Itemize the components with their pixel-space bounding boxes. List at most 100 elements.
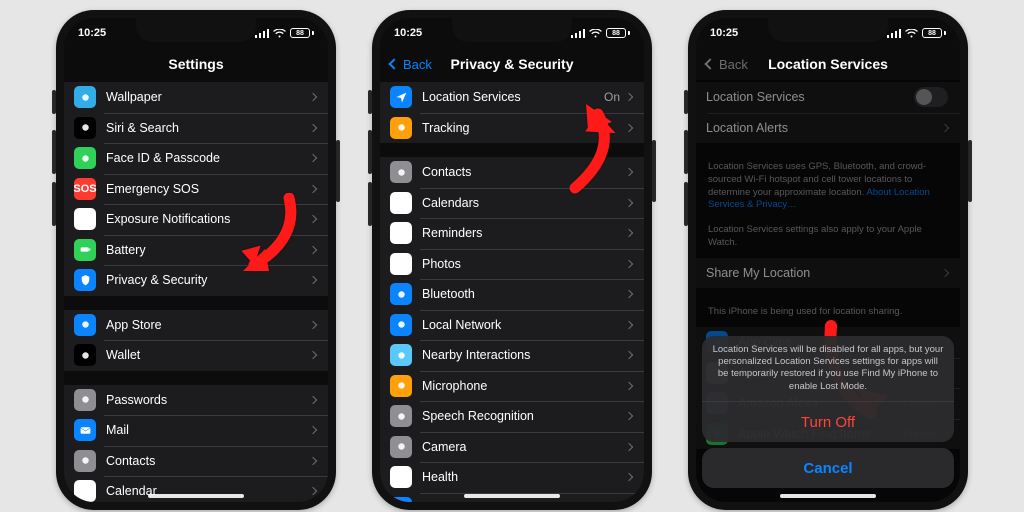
- status-time: 10:25: [394, 27, 422, 39]
- row-battery[interactable]: Battery: [64, 235, 328, 266]
- row-label: Face ID & Passcode: [106, 151, 310, 165]
- row-appstore[interactable]: App Store: [64, 310, 328, 341]
- nav-bar: Back Location Services: [696, 48, 960, 80]
- row-label: Contacts: [422, 165, 626, 179]
- calendars-icon: [390, 192, 412, 214]
- row-passwords[interactable]: Passwords: [64, 385, 328, 416]
- chevron-right-icon: [625, 229, 633, 237]
- row-label: Speech Recognition: [422, 409, 626, 423]
- row-wallet[interactable]: Wallet: [64, 340, 328, 371]
- row-mic[interactable]: Microphone: [380, 371, 644, 402]
- chevron-right-icon: [309, 487, 317, 495]
- row-tracking[interactable]: Tracking: [380, 113, 644, 144]
- nav-bar: Settings: [64, 48, 328, 80]
- research-icon: [390, 497, 412, 502]
- chevron-right-icon: [625, 351, 633, 359]
- row-wallpaper[interactable]: Wallpaper: [64, 82, 328, 113]
- photos-icon: [390, 253, 412, 275]
- mic-icon: [390, 375, 412, 397]
- back-button[interactable]: Back: [706, 57, 748, 72]
- row-photos[interactable]: Photos: [380, 249, 644, 280]
- chevron-right-icon: [625, 382, 633, 390]
- phone-location: 10:25 88 Back Location Services Location…: [688, 10, 968, 510]
- sos-icon: SOS: [74, 178, 96, 200]
- privacy-list[interactable]: Location ServicesOn Tracking Contacts Calen…: [380, 80, 644, 502]
- chevron-right-icon: [309, 426, 317, 434]
- back-button[interactable]: Back: [390, 57, 432, 72]
- row-label: Microphone: [422, 379, 626, 393]
- chevron-right-icon: [309, 124, 317, 132]
- chevron-right-icon: [625, 473, 633, 481]
- settings-list[interactable]: WallpaperSiri & Search Face ID & Passcode…: [64, 80, 328, 502]
- row-label: Wallet: [106, 348, 310, 362]
- row-localnet[interactable]: Local Network: [380, 310, 644, 341]
- health-icon: [390, 466, 412, 488]
- turn-off-button[interactable]: Turn Off: [702, 402, 954, 442]
- localnet-icon: [390, 314, 412, 336]
- row-label: Mail: [106, 423, 310, 437]
- row-siri[interactable]: Siri & Search: [64, 113, 328, 144]
- bluetooth-icon: [390, 283, 412, 305]
- row-faceid[interactable]: Face ID & Passcode: [64, 143, 328, 174]
- calendar-icon: [74, 480, 96, 502]
- battery-icon: 88: [922, 28, 946, 38]
- nav-bar: Back Privacy & Security: [380, 48, 644, 80]
- row-label: App Store: [106, 318, 310, 332]
- chevron-right-icon: [309, 457, 317, 465]
- home-indicator[interactable]: [148, 494, 244, 498]
- row-sos[interactable]: SOS Emergency SOS: [64, 174, 328, 205]
- row-label: Camera: [422, 440, 626, 454]
- row-label: Location Services: [422, 90, 604, 104]
- chevron-right-icon: [309, 276, 317, 284]
- row-label: Battery: [106, 243, 310, 257]
- speech-icon: [390, 405, 412, 427]
- row-label: Tracking: [422, 121, 626, 135]
- chevron-right-icon: [309, 154, 317, 162]
- row-label: Contacts: [106, 454, 310, 468]
- wallpaper-icon: [74, 86, 96, 108]
- faceid-icon: [74, 147, 96, 169]
- row-reminders[interactable]: Reminders: [380, 218, 644, 249]
- row-label: Local Network: [422, 318, 626, 332]
- row-location[interactable]: Location ServicesOn: [380, 82, 644, 113]
- home-indicator[interactable]: [780, 494, 876, 498]
- passwords-icon: [74, 389, 96, 411]
- row-nearby[interactable]: Nearby Interactions: [380, 340, 644, 371]
- row-camera[interactable]: Camera: [380, 432, 644, 463]
- row-label: Privacy & Security: [106, 273, 310, 287]
- signal-icon: [255, 29, 269, 38]
- row-bluetooth[interactable]: Bluetooth: [380, 279, 644, 310]
- chevron-right-icon: [625, 124, 633, 132]
- wallet-icon: [74, 344, 96, 366]
- row-contacts[interactable]: Contacts: [380, 157, 644, 188]
- row-contacts[interactable]: Contacts: [64, 446, 328, 477]
- chevron-right-icon: [625, 412, 633, 420]
- tracking-icon: [390, 117, 412, 139]
- row-mail[interactable]: Mail: [64, 415, 328, 446]
- phone-privacy: 10:25 88 Back Privacy & Security Locatio…: [372, 10, 652, 510]
- row-exposure[interactable]: Exposure Notifications: [64, 204, 328, 235]
- chevron-right-icon: [309, 93, 317, 101]
- action-sheet-message: Location Services will be disabled for a…: [702, 336, 954, 402]
- row-calendars[interactable]: Calendars: [380, 188, 644, 219]
- row-privacy[interactable]: Privacy & Security: [64, 265, 328, 296]
- battery-icon: 88: [290, 28, 314, 38]
- cancel-button[interactable]: Cancel: [702, 448, 954, 488]
- exposure-icon: [74, 208, 96, 230]
- row-label: Emergency SOS: [106, 182, 310, 196]
- row-label: Research Sensor & Usage Data: [422, 501, 626, 502]
- chevron-right-icon: [309, 351, 317, 359]
- row-calendar[interactable]: Calendar: [64, 476, 328, 502]
- chevron-right-icon: [625, 321, 633, 329]
- row-label: Calendars: [422, 196, 626, 210]
- row-health[interactable]: Health: [380, 462, 644, 493]
- phone-settings: 10:25 88 Settings WallpaperSiri & Search…: [56, 10, 336, 510]
- row-label: Nearby Interactions: [422, 348, 626, 362]
- home-indicator[interactable]: [464, 494, 560, 498]
- row-label: Health: [422, 470, 626, 484]
- camera-icon: [390, 436, 412, 458]
- contacts-icon: [390, 161, 412, 183]
- row-speech[interactable]: Speech Recognition: [380, 401, 644, 432]
- chevron-right-icon: [625, 168, 633, 176]
- wifi-icon: [273, 29, 286, 38]
